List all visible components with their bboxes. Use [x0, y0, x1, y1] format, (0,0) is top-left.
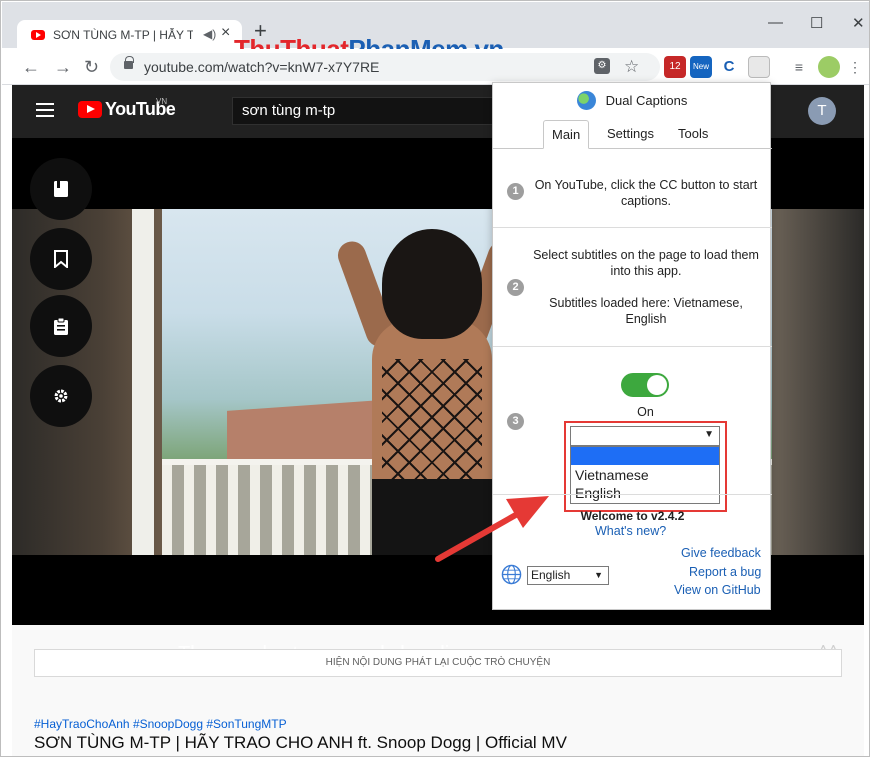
speaker-icon[interactable]: ◀) — [203, 27, 216, 41]
video-title: SƠN TÙNG M-TP | HÃY TRAO CHO ANH ft. Sno… — [34, 733, 567, 752]
subtitles-loaded-text: Subtitles loaded here: Vietnamese, Engli… — [549, 296, 743, 326]
url-text[interactable]: youtube.com/watch?v=knW7-x7Y7RE — [144, 59, 379, 75]
step-2-text: Select subtitles on the page to load the… — [533, 248, 759, 278]
gear-icon — [54, 389, 68, 403]
profile-icon[interactable] — [818, 56, 840, 78]
video-hashtags[interactable]: #HayTraoChoAnh #SnoopDogg #SonTungMTP — [34, 717, 287, 731]
whats-new-link[interactable]: What's new? — [595, 524, 666, 538]
chevron-down-icon: ▼ — [594, 570, 603, 580]
step-number: 1 — [507, 183, 524, 200]
clipboard-button[interactable] — [30, 295, 92, 357]
playlist-icon[interactable]: ≡ — [788, 56, 810, 78]
bookmark-star-icon[interactable]: ☆ — [624, 57, 639, 77]
browser-tab[interactable]: SƠN TÙNG M-TP | HẪY TRAO ◀) × — [17, 20, 242, 50]
minimize-button[interactable]: — — [768, 14, 783, 31]
ui-language-select[interactable]: English ▼ — [527, 566, 609, 585]
back-icon[interactable]: ← — [22, 57, 40, 78]
step-2: 2 Select subtitles on the page to load t… — [493, 228, 772, 347]
welcome-text: Welcome to v2.4.2 — [580, 509, 685, 523]
browser-toolbar: ← → ↻ youtube.com/watch?v=knW7-x7Y7RE ⚙ … — [2, 49, 869, 85]
report-bug-link[interactable]: Report a bug — [689, 565, 761, 579]
annotation-highlight-box — [564, 421, 727, 512]
maximize-button[interactable]: ☐ — [810, 14, 823, 32]
video-scenery — [772, 209, 864, 555]
give-feedback-link[interactable]: Give feedback — [681, 546, 761, 560]
globe-icon — [501, 564, 522, 585]
video-subject — [334, 229, 520, 555]
reload-icon[interactable]: ↻ — [84, 57, 99, 78]
step-1: 1 On YouTube, click the CC button to sta… — [493, 149, 772, 228]
lock-icon[interactable] — [124, 56, 134, 69]
notes-button[interactable] — [30, 158, 92, 220]
view-github-link[interactable]: View on GitHub — [674, 583, 761, 597]
search-query[interactable]: sơn tùng m-tp — [242, 102, 335, 119]
close-tab-icon[interactable]: × — [221, 24, 230, 42]
toggle-state-label: On — [637, 405, 654, 419]
bookmark-icon — [54, 250, 68, 268]
tab-main[interactable]: Main — [543, 120, 590, 149]
extension-c-icon[interactable]: C — [718, 56, 740, 78]
step-1-text: On YouTube, click the CC button to start… — [534, 178, 758, 208]
settings-button[interactable] — [30, 365, 92, 427]
youtube-search-input[interactable]: sơn tùng m-tp — [232, 97, 512, 125]
address-bar[interactable]: youtube.com/watch?v=knW7-x7Y7RE ⚙ ☆ — [110, 53, 660, 81]
youtube-logo-icon[interactable] — [78, 101, 102, 118]
bookmark-button[interactable] — [30, 228, 92, 290]
tab-settings[interactable]: Settings — [599, 120, 662, 149]
menu-kebab-icon[interactable]: ⋮ — [848, 56, 862, 78]
youtube-favicon-icon — [31, 30, 45, 40]
book-icon — [54, 181, 68, 197]
close-window-button[interactable]: ✕ — [852, 14, 865, 32]
divider — [493, 494, 772, 495]
toggle-knob — [647, 375, 667, 395]
step-number: 2 — [507, 279, 524, 296]
country-code: VN — [156, 97, 168, 106]
popup-title: Dual Captions — [605, 93, 688, 108]
captions-toggle[interactable] — [621, 373, 669, 397]
avatar[interactable]: T — [808, 97, 836, 125]
clipboard-icon — [54, 317, 68, 335]
dual-captions-extension-icon[interactable] — [748, 56, 770, 78]
tab-title: SƠN TÙNG M-TP | HẪY TRAO — [53, 28, 193, 42]
video-subject-part — [382, 229, 482, 339]
dual-captions-popup: Dual Captions Main Settings Tools 1 On Y… — [492, 82, 772, 610]
hamburger-menu-icon[interactable] — [36, 103, 54, 105]
extension-adblock-icon[interactable]: 12 — [664, 56, 686, 78]
ui-language-value: English — [531, 568, 571, 582]
tab-tools[interactable]: Tools — [670, 120, 716, 149]
extension-new-icon[interactable]: New — [690, 56, 712, 78]
forward-icon[interactable]: → — [54, 57, 72, 78]
video-subject-part — [382, 359, 482, 479]
browser-window: SƠN TÙNG M-TP | HẪY TRAO ◀) × + — ☐ ✕ Th… — [0, 0, 870, 757]
video-subject-part — [372, 479, 492, 555]
translate-icon[interactable]: ⚙ — [594, 58, 610, 74]
video-scenery — [132, 209, 154, 555]
popup-tabs: Main Settings Tools — [493, 120, 772, 149]
show-chat-replay-button[interactable]: HIỆN NỘI DUNG PHÁT LẠI CUỘC TRÒ CHUYỆN — [34, 649, 842, 677]
